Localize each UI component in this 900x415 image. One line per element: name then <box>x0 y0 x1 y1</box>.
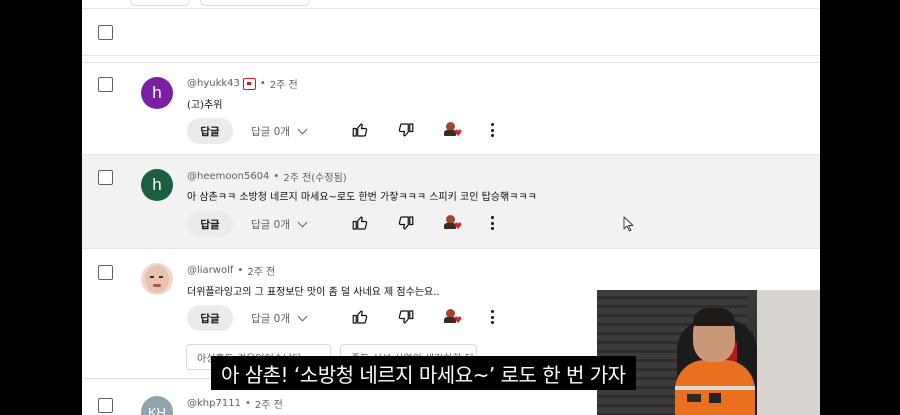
avatar[interactable]: h <box>141 77 173 109</box>
comment-time[interactable]: 2주 전 <box>255 396 283 411</box>
comment-actions: 답글 답글 0개 ♥ <box>187 211 517 237</box>
select-all-row <box>82 10 820 56</box>
author-name[interactable]: @khp7111 <box>187 398 241 409</box>
subtitle-caption: 아 삼촌! ‘소방청 네르지 마세요~’ 로도 한 번 가자 <box>211 356 636 390</box>
comment-checkbox[interactable] <box>98 398 113 413</box>
comment-row: h @hyukk43 • 2주 전 (고)추위 답글 답글 0개 ♥ <box>82 62 820 155</box>
comment-meta: @liarwolf • 2주 전 <box>187 263 276 278</box>
thumbs-down-icon[interactable] <box>397 308 415 326</box>
thumbs-up-icon[interactable] <box>351 308 369 326</box>
reply-button[interactable]: 답글 <box>187 211 233 237</box>
creator-heart-icon[interactable]: ♥ <box>444 121 462 139</box>
comment-actions: 답글 답글 0개 ♥ <box>187 118 517 144</box>
comment-text: (고)추위 <box>187 100 223 111</box>
avatar[interactable]: h <box>141 169 173 201</box>
chevron-down-icon <box>297 124 308 135</box>
comment-text: 더위플라잉고의 그 표정보단 맛이 좀 덜 사네요 제 점수는요.. <box>187 287 440 298</box>
comment-time[interactable]: 2주 전 <box>247 263 275 278</box>
thumbs-up-icon[interactable] <box>351 214 369 232</box>
youtube-badge-icon <box>242 77 256 90</box>
comment-actions: 답글 답글 0개 ♥ <box>187 305 517 331</box>
replies-toggle[interactable]: 답글 0개 <box>251 217 308 232</box>
comment-meta: @hyukk43 • 2주 전 <box>187 76 298 91</box>
filter-chip[interactable] <box>130 0 190 6</box>
author-name[interactable]: @heemoon5604 <box>187 171 269 182</box>
avatar[interactable]: KH <box>141 396 173 415</box>
comment-text: 아 삼촌ㅋㅋ 소방청 네르지 마세요~로도 한번 가잫ㅋㅋㅋ 스피키 코인 탑승… <box>187 192 537 203</box>
replies-toggle[interactable]: 답글 0개 <box>251 124 308 139</box>
more-options-icon[interactable] <box>491 310 495 324</box>
select-all-checkbox[interactable] <box>98 25 113 40</box>
author-name[interactable]: @hyukk43 <box>187 78 240 89</box>
thumbs-up-icon[interactable] <box>351 121 369 139</box>
comment-time[interactable]: 2주 전 <box>270 76 298 91</box>
reply-button[interactable]: 답글 <box>187 305 233 331</box>
chevron-down-icon <box>297 217 308 228</box>
comment-checkbox[interactable] <box>98 170 113 185</box>
top-toolbar <box>82 0 820 9</box>
author-name[interactable]: @liarwolf <box>187 265 233 276</box>
mouse-cursor-icon <box>623 216 634 232</box>
creator-heart-icon[interactable]: ♥ <box>444 214 462 232</box>
thumbs-down-icon[interactable] <box>397 121 415 139</box>
comment-meta: @heemoon5604 • 2주 전(수정됨) <box>187 169 347 184</box>
comment-row: h @heemoon5604 • 2주 전(수정됨) 아 삼촌ㅋㅋ 소방청 네르… <box>82 155 820 249</box>
chevron-down-icon <box>297 311 308 322</box>
creator-heart-icon[interactable]: ♥ <box>444 308 462 326</box>
comment-time[interactable]: 2주 전(수정됨) <box>283 169 346 184</box>
avatar[interactable] <box>141 263 173 295</box>
webcam-overlay <box>597 290 820 415</box>
thumbs-down-icon[interactable] <box>397 214 415 232</box>
more-options-icon[interactable] <box>491 216 495 230</box>
more-options-icon[interactable] <box>491 123 495 137</box>
comment-checkbox[interactable] <box>98 265 113 280</box>
filter-chip[interactable] <box>200 0 310 6</box>
replies-toggle[interactable]: 답글 0개 <box>251 311 308 326</box>
comment-meta: @khp7111 • 2주 전 <box>187 396 283 411</box>
reply-button[interactable]: 답글 <box>187 118 233 144</box>
comment-checkbox[interactable] <box>98 77 113 92</box>
